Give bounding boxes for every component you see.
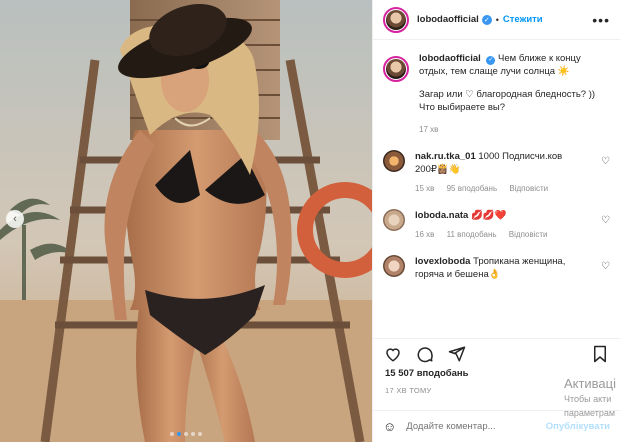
comment-text: 💋💋❤️	[470, 210, 507, 221]
reply-button[interactable]: Відповісти	[509, 184, 548, 193]
add-comment-bar: ☺ Опублікувати	[373, 410, 620, 442]
comment-item: loboda.nata 💋💋❤️ 16 хв 11 вподобань Відп…	[383, 209, 610, 241]
share-icon[interactable]	[447, 344, 467, 364]
comment-avatar[interactable]	[383, 255, 405, 277]
comment-input[interactable]	[406, 421, 546, 432]
action-bar	[373, 338, 620, 368]
comment-time: 16 хв	[415, 230, 435, 239]
carousel-dot	[198, 432, 202, 436]
verified-badge-icon: ✓	[486, 56, 496, 65]
post-header: lobodaofficial ✓ • Стежити •••	[373, 0, 620, 40]
photo-illustration	[0, 0, 372, 442]
comment-avatar[interactable]	[383, 150, 405, 172]
publish-button[interactable]: Опублікувати	[546, 421, 610, 432]
comment-item: lovexloboda Тропикана женщина, горяча и …	[383, 255, 610, 281]
comment-item: nak.ru.tka_01 1000 Подписчи.ков 200₽👸🏽👋 …	[383, 150, 610, 195]
separator-dot: •	[495, 14, 499, 25]
watermark-line: Чтобы акти	[563, 394, 612, 404]
avatar[interactable]	[383, 6, 409, 33]
comment-username[interactable]: lovexloboda	[415, 256, 470, 267]
chevron-left-icon[interactable]: ‹	[6, 210, 24, 228]
carousel-dot-active	[177, 432, 181, 436]
comment-username[interactable]: loboda.nata	[415, 210, 468, 221]
caption-line-3: Что выбираете вы?	[419, 102, 505, 113]
carousel-dot	[191, 432, 195, 436]
watermark-title: Активаці	[563, 376, 616, 391]
post-panel: lobodaofficial ✓ • Стежити ••• lobodaoff…	[372, 0, 620, 442]
caption: lobodaofficial ✓ Чем ближе к концу отдых…	[383, 52, 610, 136]
comment-icon[interactable]	[415, 344, 435, 364]
more-options-icon[interactable]: •••	[592, 12, 610, 28]
avatar[interactable]	[383, 56, 409, 82]
comment-time: 15 хв	[415, 184, 435, 193]
comment-avatar[interactable]	[383, 209, 405, 231]
comment-likes[interactable]: 11 вподобань	[447, 230, 497, 239]
bookmark-icon[interactable]	[590, 344, 610, 364]
comment-username[interactable]: nak.ru.tka_01	[415, 151, 476, 162]
heart-icon[interactable]: ♡	[596, 255, 610, 281]
follow-button[interactable]: Стежити	[503, 14, 543, 25]
verified-badge-icon: ✓	[481, 14, 492, 25]
caption-line-2: Загар или ♡ благородная бледность? ))	[419, 89, 596, 100]
comments-list[interactable]: lobodaofficial ✓ Чем ближе к концу отдых…	[373, 52, 620, 332]
caption-time: 17 хв	[419, 125, 439, 134]
reply-button[interactable]: Відповісти	[509, 230, 548, 239]
likes-count[interactable]: 15 507 вподобань	[385, 368, 469, 379]
carousel-dot	[184, 432, 188, 436]
heart-icon[interactable]: ♡	[596, 150, 610, 195]
carousel-dots	[0, 432, 372, 436]
post-photo[interactable]: ‹	[0, 0, 372, 442]
heart-icon[interactable]: ♡	[596, 209, 610, 241]
emoji-icon[interactable]: ☺	[383, 419, 396, 434]
heart-icon[interactable]	[383, 344, 403, 364]
comment-likes[interactable]: 95 вподобань	[447, 184, 498, 193]
caption-username[interactable]: lobodaofficial	[419, 53, 481, 64]
username-link[interactable]: lobodaofficial	[417, 14, 479, 25]
carousel-dot	[170, 432, 174, 436]
post-time[interactable]: 17 ХВ ТОМУ	[385, 386, 432, 395]
